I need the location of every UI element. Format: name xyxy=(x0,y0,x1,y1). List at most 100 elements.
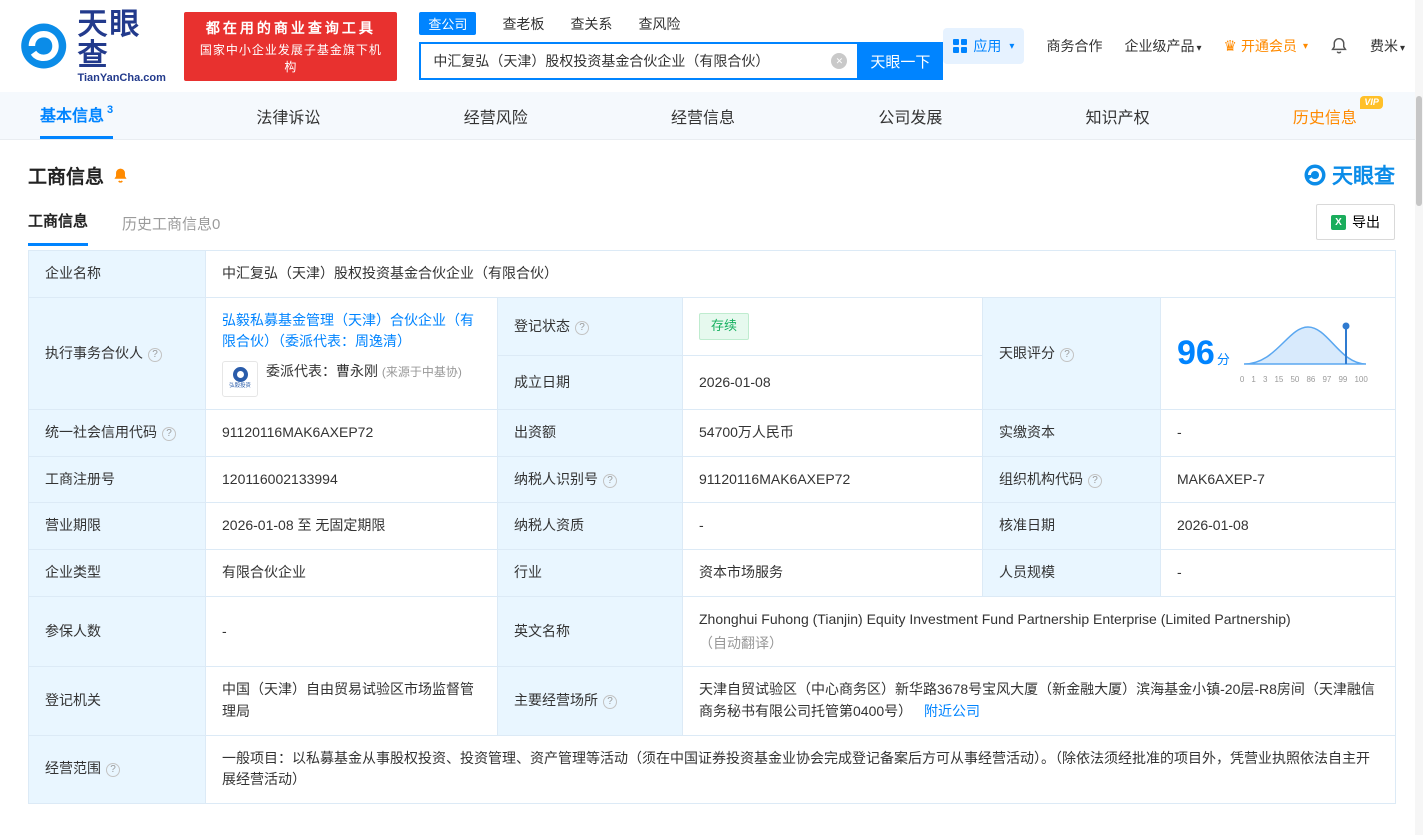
search-area: 查公司 查老板 查关系 查风险 ✕ 天眼一下 xyxy=(419,12,944,80)
reg-number-value: 120116002133994 xyxy=(205,455,498,504)
tab-label: 经营风险 xyxy=(463,109,528,127)
help-icon[interactable]: ? xyxy=(1060,347,1074,362)
help-icon[interactable]: ? xyxy=(603,473,617,488)
tianyancha-watermark: 天眼查 xyxy=(1303,160,1395,190)
english-name-value: Zhonghui Fuhong (Tianjin) Equity Investm… xyxy=(681,595,1397,668)
tab-label: 历史信息 xyxy=(1292,109,1357,127)
tab-label: 经营信息 xyxy=(671,109,736,127)
company-nav-tabs: 基本信息 3 法律诉讼 经营风险 经营信息 公司发展 知识产权 历史信息 VIP xyxy=(0,92,1423,140)
table-row: 企业类型 有限合伙企业 行业 资本市场服务 人员规模 - xyxy=(28,549,1397,597)
registry-label: 登记机关 xyxy=(28,666,206,736)
capital-value: 54700万人民币 xyxy=(682,409,983,457)
search-tab-relation[interactable]: 查关系 xyxy=(570,14,612,34)
business-info-table: 企业名称 中汇复弘（天津）股权投资基金合伙企业（有限合伙） 执行事务合伙人? 弘… xyxy=(28,250,1397,804)
chevron-down-icon: ▾ xyxy=(1196,43,1202,54)
table-row: 营业期限 2026-01-08 至 无固定期限 纳税人资质 - 核准日期 202… xyxy=(28,502,1397,551)
subtab-business-info[interactable]: 工商信息 xyxy=(28,210,89,246)
table-row: 执行事务合伙人? 弘毅私募基金管理（天津）合伙企业（有限合伙）（委派代表：周逸清… xyxy=(28,296,1397,411)
org-code-label: 组织机构代码? xyxy=(982,455,1161,504)
term-value: 2026-01-08 至 无固定期限 xyxy=(205,502,498,551)
table-row: 参保人数 - 英文名称 Zhonghui Fuhong (Tianjin) Eq… xyxy=(28,595,1397,668)
user-menu[interactable]: 费米 ▾ xyxy=(1370,36,1405,56)
nearby-companies-link[interactable]: 附近公司 xyxy=(924,703,980,719)
address-value: 天津自贸试验区（中心商务区）新华路3678号宝风大厦（新金融大厦）滨海基金小镇-… xyxy=(681,666,1397,736)
status-badge: 存续 xyxy=(699,313,750,340)
delegated-representative: 委派代表：曹永刚 xyxy=(266,363,378,380)
search-button[interactable]: 天眼一下 xyxy=(857,42,944,80)
insured-value: - xyxy=(205,595,498,668)
status-value: 存续 xyxy=(682,296,983,357)
tab-badge: 3 xyxy=(107,104,114,116)
section-header: 工商信息 天眼查 xyxy=(0,140,1423,194)
status-label: 登记状态? xyxy=(497,296,683,357)
credit-code-value: 91120116MAK6AXEP72 xyxy=(205,409,498,457)
partner-company-link[interactable]: 弘毅私募基金管理（天津）合伙企业（有限合伙）（委派代表：周逸清） xyxy=(222,312,474,350)
score-label: 天眼评分? xyxy=(982,296,1161,411)
tab-label: 基本信息 xyxy=(40,108,105,125)
paid-capital-label: 实缴资本 xyxy=(982,409,1161,457)
brand-slogan: 都在用的商业查询工具 国家中小企业发展子基金旗下机构 xyxy=(184,11,398,81)
term-label: 营业期限 xyxy=(28,502,206,551)
slogan-line1: 都在用的商业查询工具 xyxy=(205,19,376,36)
established-label: 成立日期 xyxy=(497,355,683,411)
rep-source-note: (来源于中基协) xyxy=(381,365,462,380)
tab-company-development[interactable]: 公司发展 xyxy=(878,92,942,139)
apps-menu[interactable]: 应用 ▾ xyxy=(943,28,1025,64)
help-icon[interactable]: ? xyxy=(1088,473,1102,488)
search-input[interactable] xyxy=(419,42,858,80)
export-label: 导出 xyxy=(1352,214,1380,230)
table-row: 登记机关 中国（天津）自由贸易试验区市场监督管理局 主要经营场所? 天津自贸试验… xyxy=(28,666,1397,736)
table-row: 工商注册号 120116002133994 纳税人识别号? 91120116MA… xyxy=(28,455,1397,504)
apps-label: 应用 xyxy=(973,38,1002,54)
credit-code-label: 统一社会信用代码? xyxy=(28,409,206,457)
search-tab-risk[interactable]: 查风险 xyxy=(638,14,680,34)
tab-legal-litigation[interactable]: 法律诉讼 xyxy=(256,92,320,139)
help-icon[interactable]: ? xyxy=(106,763,120,778)
help-icon[interactable]: ? xyxy=(148,347,162,362)
tab-operation-info[interactable]: 经营信息 xyxy=(671,92,735,139)
tab-label: 知识产权 xyxy=(1085,109,1150,127)
notification-bell-icon[interactable] xyxy=(1330,37,1348,55)
tab-label: 公司发展 xyxy=(878,109,943,127)
grid-icon xyxy=(953,39,968,53)
tianyancha-logo-icon xyxy=(1304,164,1326,186)
scope-value: 一般项目：以私募基金从事股权投资、投资管理、资产管理等活动（须在中国证券投资基金… xyxy=(204,734,1397,804)
menu-enterprise[interactable]: 企业级产品 ▾ xyxy=(1124,36,1201,56)
search-tabs: 查公司 查老板 查关系 查风险 xyxy=(419,12,943,35)
vip-label: 开通会员 xyxy=(1240,38,1297,54)
company-name-label: 企业名称 xyxy=(28,250,206,298)
registry-value: 中国（天津）自由贸易试验区市场监督管理局 xyxy=(205,666,498,736)
menu-cooperation[interactable]: 商务合作 xyxy=(1046,36,1102,56)
taxpayer-quality-value: - xyxy=(682,502,983,551)
crown-icon: ♛ xyxy=(1223,38,1237,55)
subscribe-bell-icon[interactable] xyxy=(112,167,129,184)
export-button[interactable]: X 导出 xyxy=(1316,204,1395,240)
tianyancha-logo-icon xyxy=(21,23,67,69)
open-vip-link[interactable]: ♛ 开通会员 ▾ xyxy=(1223,36,1307,56)
approval-date-value: 2026-01-08 xyxy=(1159,502,1397,551)
tab-operation-risk[interactable]: 经营风险 xyxy=(464,92,528,139)
brand-name: 天眼查 xyxy=(77,7,142,72)
tab-intellectual-property[interactable]: 知识产权 xyxy=(1086,92,1150,139)
excel-icon: X xyxy=(1331,214,1346,230)
enterprise-label: 企业级产品 xyxy=(1124,38,1195,54)
table-row: 经营范围? 一般项目：以私募基金从事股权投资、投资管理、资产管理等活动（须在中国… xyxy=(28,734,1397,804)
subtab-history-business-info[interactable]: 历史工商信息0 xyxy=(122,213,220,246)
auto-translate-note: （自动翻译） xyxy=(699,634,783,651)
help-icon[interactable]: ? xyxy=(162,427,176,442)
tab-history-info[interactable]: 历史信息 VIP xyxy=(1293,92,1383,139)
scope-label: 经营范围? xyxy=(28,734,206,804)
help-icon[interactable]: ? xyxy=(575,320,589,335)
help-icon[interactable]: ? xyxy=(603,695,617,710)
tab-basic-info[interactable]: 基本信息 3 xyxy=(40,92,114,139)
search-tab-boss[interactable]: 查老板 xyxy=(502,14,544,34)
tab-label: 法律诉讼 xyxy=(256,109,321,127)
taxpayer-id-label: 纳税人识别号? xyxy=(497,455,683,504)
header-menu: 应用 ▾ 商务合作 企业级产品 ▾ ♛ 开通会员 ▾ 费米 ▾ xyxy=(943,28,1405,64)
scrollbar[interactable] xyxy=(1416,96,1422,206)
partner-logo: 弘毅投资 xyxy=(222,361,258,398)
search-tab-company[interactable]: 查公司 xyxy=(419,12,477,35)
tianyancha-logo[interactable]: 天眼查 TianYanCha.com xyxy=(18,7,172,84)
capital-label: 出资额 xyxy=(497,409,683,457)
taxpayer-id-value: 91120116MAK6AXEP72 xyxy=(682,455,983,504)
